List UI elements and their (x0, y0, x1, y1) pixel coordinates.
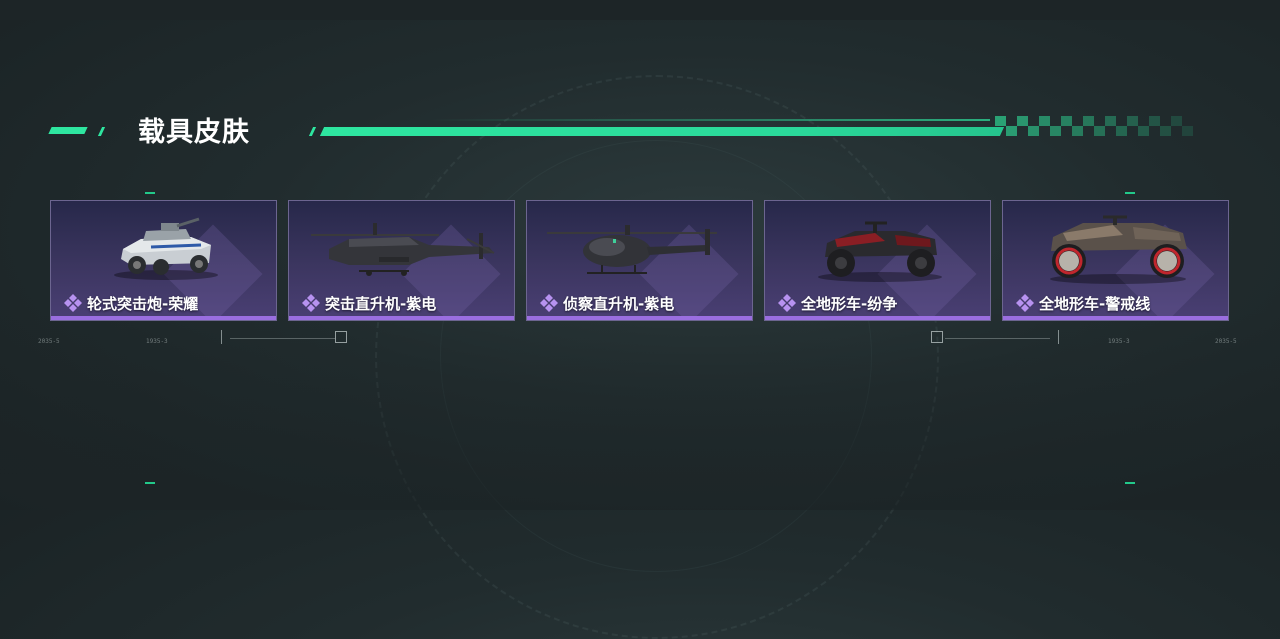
checker-cell (1094, 126, 1105, 136)
skin-card[interactable]: 全地形车-警戒线 (1002, 200, 1229, 321)
checker-cell (1083, 116, 1094, 126)
checker-cell (1072, 126, 1083, 136)
armored-car-icon (114, 217, 218, 280)
hud-tick (221, 330, 222, 344)
checker-cell (1138, 116, 1149, 126)
scout-helicopter-icon (547, 225, 717, 274)
corner-tick (1125, 482, 1135, 484)
checker-cell (1182, 126, 1193, 136)
checker-cell (1050, 126, 1061, 136)
checker-cell (1171, 116, 1182, 126)
checker-cell (1039, 116, 1050, 126)
checker-cell (1138, 126, 1149, 136)
header-main-line (319, 127, 1005, 136)
checker-cell (1105, 126, 1116, 136)
atv-rusty-icon (1050, 215, 1187, 284)
skin-name: 全地形车-警戒线 (1039, 294, 1151, 313)
checker-cell (1116, 116, 1127, 126)
hud-code: 2035-5 (38, 338, 60, 345)
hud-line (230, 338, 335, 339)
checker-cell (1160, 116, 1171, 126)
rarity-diamond-icon (1016, 294, 1034, 312)
skin-name: 侦察直升机-紫电 (563, 294, 675, 313)
checker-cell (1094, 116, 1105, 126)
checker-cell (1171, 126, 1182, 136)
hud-code: 1935-3 (1108, 338, 1130, 345)
checker-cell (1028, 116, 1039, 126)
checker-cell (1127, 116, 1138, 126)
skin-name: 轮式突击炮-荣耀 (87, 294, 199, 313)
header-accent-tick (308, 127, 317, 136)
checker-cell (1072, 116, 1083, 126)
skin-card-label: 全地形车-警戒线 (1015, 292, 1150, 314)
skin-card-label: 轮式突击炮-荣耀 (63, 292, 198, 314)
checker-cell (1105, 116, 1116, 126)
checker-cell (995, 116, 1006, 126)
attack-helicopter-icon (311, 223, 495, 276)
skin-card-label: 侦察直升机-紫电 (539, 292, 674, 314)
hud-line (945, 338, 1050, 339)
header-checker-pattern (995, 116, 1200, 136)
rarity-diamond-icon (64, 294, 82, 312)
corner-tick (145, 482, 155, 484)
skin-card-label: 突击直升机-紫电 (301, 292, 436, 314)
skin-card[interactable]: 全地形车-纷争 (764, 200, 991, 321)
skin-card-label: 全地形车-纷争 (777, 292, 897, 314)
checker-cell (1083, 126, 1094, 136)
checker-cell (1006, 126, 1017, 136)
checker-cell (1061, 116, 1072, 126)
section-header: 载具皮肤 (0, 105, 1280, 155)
header-accent-bar (48, 127, 88, 134)
checker-cell (1050, 116, 1061, 126)
top-band (0, 0, 1280, 20)
checker-cell (1160, 126, 1171, 136)
hud-tick (1058, 330, 1059, 344)
checker-cell (1028, 126, 1039, 136)
checker-cell (1017, 126, 1028, 136)
corner-tick (1125, 192, 1135, 194)
background-ring (375, 75, 939, 639)
hud-code: 1935-3 (146, 338, 168, 345)
skin-name: 突击直升机-紫电 (325, 294, 437, 313)
corner-tick (145, 192, 155, 194)
skin-card-list: 轮式突击炮-荣耀 突击直升机-紫电 侦察直升机-紫电 全地形车-纷争 全地形车-… (50, 200, 1230, 321)
section-title: 载具皮肤 (138, 117, 250, 148)
checker-cell (1182, 116, 1193, 126)
checker-cell (1127, 126, 1138, 136)
hud-box (931, 331, 943, 343)
checker-cell (1149, 126, 1160, 136)
hud-box (335, 331, 347, 343)
checker-cell (1061, 126, 1072, 136)
skin-card[interactable]: 侦察直升机-紫电 (526, 200, 753, 321)
checker-cell (1116, 126, 1127, 136)
rarity-diamond-icon (540, 294, 558, 312)
checker-cell (1006, 116, 1017, 126)
rarity-diamond-icon (778, 294, 796, 312)
header-thin-line (430, 119, 990, 121)
header-accent-tick (97, 127, 106, 136)
rarity-diamond-icon (302, 294, 320, 312)
atv-icon (818, 221, 942, 282)
skin-name: 全地形车-纷争 (801, 294, 898, 313)
skin-card[interactable]: 轮式突击炮-荣耀 (50, 200, 277, 321)
skin-card[interactable]: 突击直升机-紫电 (288, 200, 515, 321)
checker-cell (1017, 116, 1028, 126)
hud-code: 2035-5 (1215, 338, 1237, 345)
checker-cell (1039, 126, 1050, 136)
checker-cell (995, 126, 1006, 136)
checker-cell (1149, 116, 1160, 126)
background-city (0, 310, 1280, 510)
